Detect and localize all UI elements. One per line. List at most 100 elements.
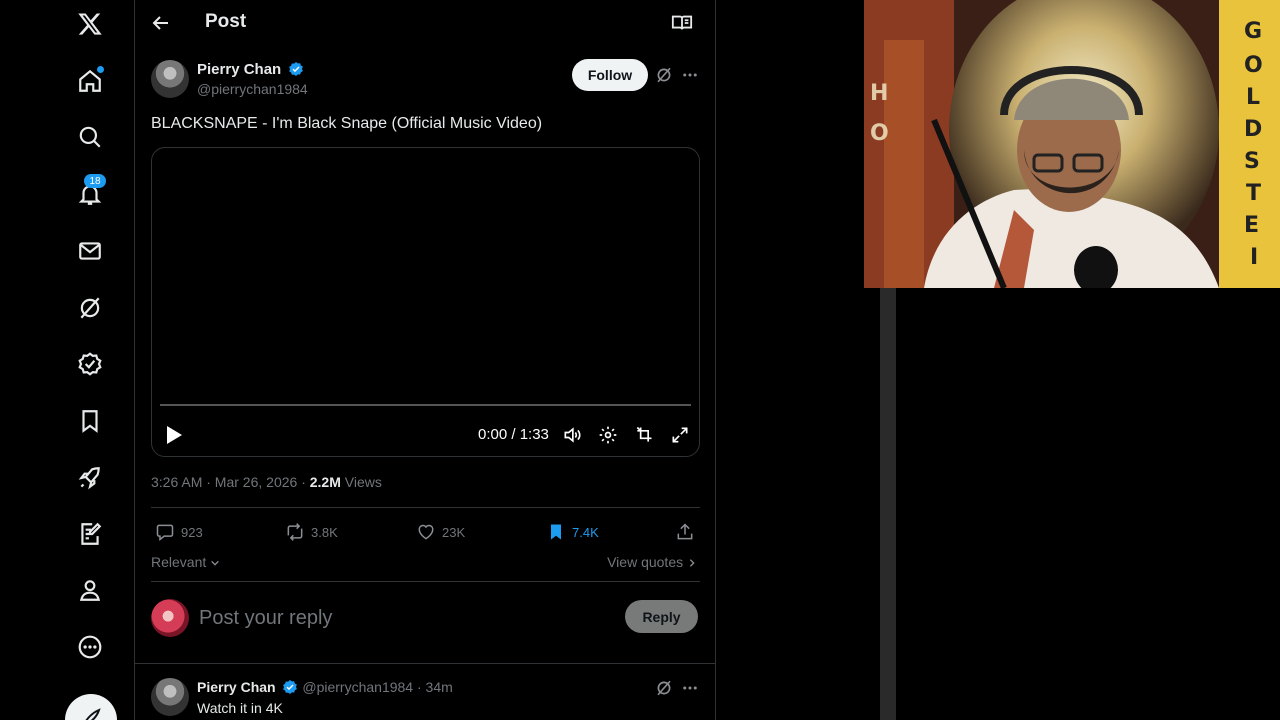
bookmark-count: 7.4K <box>572 524 599 540</box>
repost-count: 3.8K <box>311 524 338 540</box>
back-arrow-icon[interactable] <box>149 11 173 35</box>
more-options-icon[interactable] <box>681 679 699 697</box>
divider <box>135 663 715 664</box>
like-action[interactable]: 23K <box>416 521 465 543</box>
sort-label: Relevant <box>151 554 207 570</box>
replies-sort-dropdown[interactable]: Relevant <box>151 554 220 570</box>
rocket-icon <box>78 467 100 490</box>
left-nav: 18 <box>0 0 134 720</box>
grok-icon <box>80 297 100 319</box>
view-quotes-link[interactable]: View quotes <box>607 554 697 570</box>
post-header: Post <box>135 0 715 46</box>
author-name-block[interactable]: Pierry Chan <box>197 61 304 78</box>
nav-articles[interactable] <box>66 510 114 558</box>
heart-icon <box>418 524 434 540</box>
svg-text:O: O <box>1244 53 1263 78</box>
more-options-icon[interactable] <box>681 66 699 84</box>
author-avatar[interactable] <box>151 60 189 98</box>
svg-text:D: D <box>1244 117 1262 142</box>
webcam-picture: GOLD STEI HO <box>864 0 1280 288</box>
x-logo-icon[interactable] <box>66 0 114 48</box>
person-icon <box>79 580 101 601</box>
play-icon[interactable] <box>164 424 184 446</box>
settings-gear-icon[interactable] <box>598 425 618 445</box>
chevron-right-icon <box>689 559 695 567</box>
nav-business[interactable] <box>66 454 114 502</box>
reply-action[interactable]: 923 <box>155 521 203 543</box>
nav-home[interactable] <box>66 57 114 105</box>
webcam-overlay: GOLD STEI HO <box>864 0 1280 288</box>
divider <box>151 581 700 582</box>
view-count: 2.2M <box>309 474 341 490</box>
verified-badge-icon <box>78 352 102 376</box>
svg-text:L: L <box>1246 85 1260 110</box>
nav-verified[interactable] <box>66 340 114 388</box>
article-edit-icon <box>81 522 102 545</box>
reply-compose-input[interactable] <box>199 604 609 632</box>
svg-text:E: E <box>1244 213 1259 238</box>
nav-messages[interactable] <box>66 227 114 275</box>
reader-mode-icon[interactable] <box>671 12 693 34</box>
verified-badge-icon <box>283 680 298 694</box>
grok-icon[interactable] <box>655 66 673 84</box>
more-circle-icon <box>78 635 102 659</box>
video-player[interactable]: 0:00 / 1:33 <box>151 147 700 457</box>
author-name: Pierry Chan <box>197 61 282 78</box>
search-icon <box>79 126 101 148</box>
svg-text:H: H <box>870 81 888 106</box>
reply-header: Pierry Chan @pierrychan1984 · 34m <box>197 679 453 695</box>
current-user-avatar[interactable] <box>151 599 189 637</box>
reply-author-avatar[interactable] <box>151 678 189 716</box>
chevron-down-icon <box>211 560 219 566</box>
volume-icon[interactable] <box>562 425 582 445</box>
svg-text:S: S <box>1244 149 1260 174</box>
reply-author-name[interactable]: Pierry Chan <box>197 679 276 695</box>
reply-handle-time[interactable]: @pierrychan1984 · 34m <box>302 679 452 695</box>
share-action[interactable] <box>675 521 701 543</box>
share-upload-icon <box>677 523 693 540</box>
video-progress-bar[interactable] <box>160 404 691 406</box>
page-title: Post <box>205 11 247 32</box>
view-quotes-label: View quotes <box>607 554 684 570</box>
repost-icon <box>287 523 303 541</box>
verified-badge-icon <box>289 62 304 76</box>
home-unread-dot <box>97 66 104 73</box>
bookmark-icon <box>82 410 98 433</box>
nav-profile[interactable] <box>66 566 114 614</box>
x-logo-icon <box>78 13 102 35</box>
video-time: 0:00 / 1:33 <box>478 426 549 443</box>
divider <box>151 507 700 508</box>
nav-bookmarks[interactable] <box>66 397 114 445</box>
svg-text:T: T <box>1246 181 1261 206</box>
reply-text: Watch it in 4K <box>197 700 283 716</box>
follow-button[interactable]: Follow <box>572 59 648 91</box>
nav-explore[interactable] <box>66 113 114 161</box>
post-timestamp[interactable]: 3:26 AM · Mar 26, 2026 · <box>151 474 310 490</box>
repost-action[interactable]: 3.8K <box>285 521 338 543</box>
like-count: 23K <box>442 524 466 540</box>
author-handle[interactable]: @pierrychan1984 <box>197 81 308 97</box>
compose-post-button[interactable] <box>65 694 117 720</box>
fullscreen-icon[interactable] <box>670 425 690 445</box>
nav-grok[interactable] <box>66 284 114 332</box>
svg-text:I: I <box>1250 245 1258 270</box>
compose-feather-icon <box>85 708 101 720</box>
views-label: Views <box>340 474 382 490</box>
scrollbar[interactable] <box>880 288 896 720</box>
notifications-badge: 18 <box>84 174 106 188</box>
post-text: BLACKSNAPE - I'm Black Snape (Official M… <box>151 115 543 132</box>
mail-icon <box>79 242 101 260</box>
post-meta: 3:26 AM · Mar 26, 2026 · 2.2M Views <box>151 474 382 490</box>
bookmark-action[interactable]: 7.4K <box>546 521 599 543</box>
post-detail-column: Post Pierry Chan @pierrychan1984 Follow … <box>134 0 716 720</box>
reply-button[interactable]: Reply <box>625 600 698 633</box>
nav-notifications[interactable]: 18 <box>66 170 114 218</box>
svg-text:G: G <box>1244 19 1262 44</box>
picture-in-picture-icon[interactable] <box>634 425 654 445</box>
svg-text:O: O <box>870 121 889 146</box>
nav-more[interactable] <box>66 623 114 671</box>
grok-icon[interactable] <box>655 679 673 697</box>
bookmark-filled-icon <box>551 524 561 540</box>
reply-bubble-icon <box>156 524 174 542</box>
reply-count: 923 <box>181 524 203 540</box>
